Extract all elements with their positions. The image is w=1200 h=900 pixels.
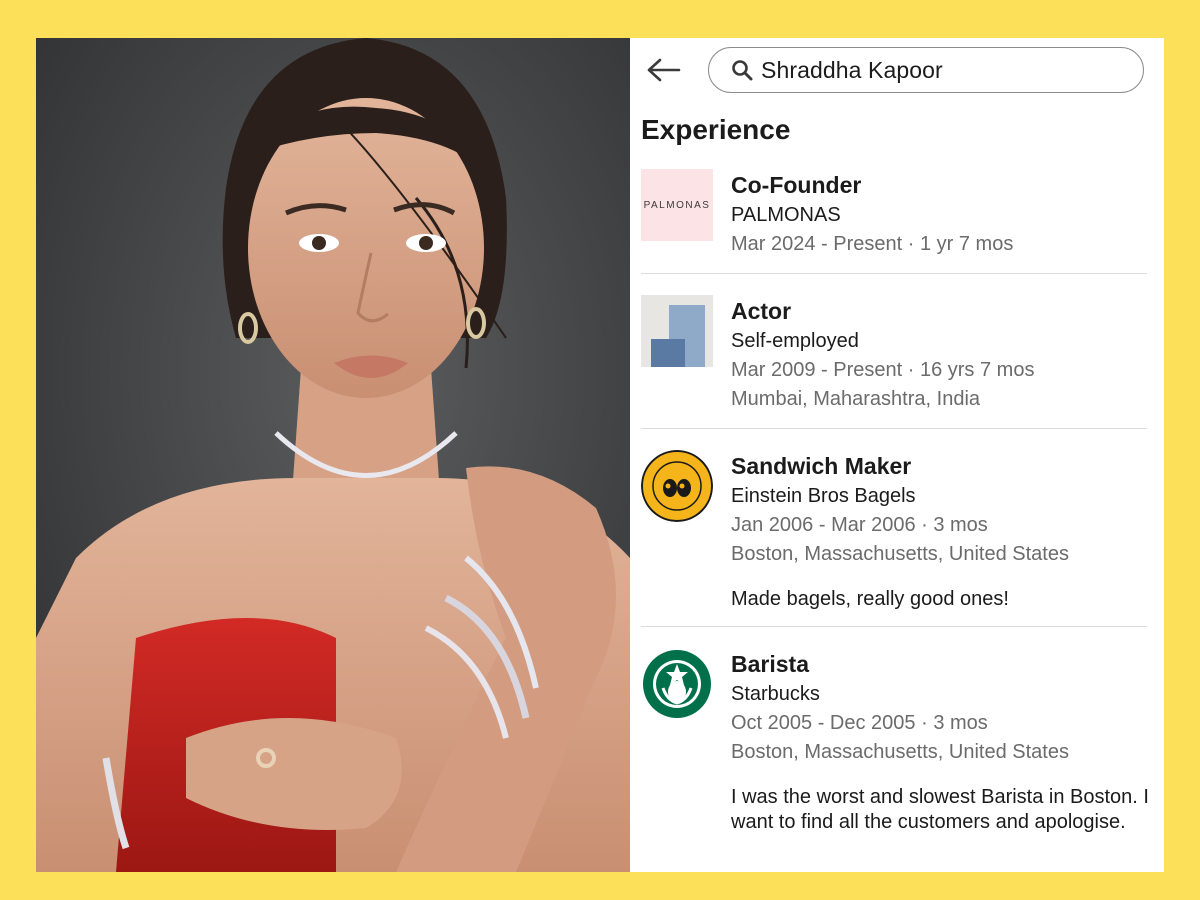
divider <box>641 626 1147 627</box>
collage-frame: Shraddha Kapoor Experience PALMONAS Co-F… <box>36 38 1164 872</box>
logo-text: PALMONAS <box>643 199 711 211</box>
location: Boston, Massachusetts, United States <box>731 741 1069 763</box>
experience-item[interactable]: PALMONAS Co-Founder PALMONAS Mar 2024 - … <box>630 166 1164 273</box>
company-name: Starbucks <box>731 683 820 705</box>
divider <box>641 428 1147 429</box>
profile-panel: Shraddha Kapoor Experience PALMONAS Co-F… <box>630 38 1164 872</box>
location: Boston, Massachusetts, United States <box>731 543 1069 565</box>
date-range: Jan 2006 - Mar 2006 · 3 mos <box>731 514 988 536</box>
location: Mumbai, Maharashtra, India <box>731 388 981 410</box>
divider <box>641 273 1147 274</box>
starbucks-logo <box>641 648 713 720</box>
experience-item[interactable]: Sandwich Maker Einstein Bros Bagels Jan … <box>630 447 1164 626</box>
company-name: PALMONAS <box>731 204 841 226</box>
experience-item[interactable]: Actor Self-employed Mar 2009 - Present ·… <box>630 292 1164 428</box>
back-button[interactable] <box>646 54 682 90</box>
role-title: Co-Founder <box>731 172 862 198</box>
actor-logo <box>641 295 713 367</box>
search-input[interactable]: Shraddha Kapoor <box>708 47 1144 93</box>
experience-item[interactable]: Barista Starbucks Oct 2005 - Dec 2005 · … <box>630 645 1164 849</box>
arrow-left-icon <box>647 58 681 87</box>
date-range: Oct 2005 - Dec 2005 · 3 mos <box>731 712 988 734</box>
search-icon <box>731 59 753 81</box>
company-name: Self-employed <box>731 330 859 352</box>
role-title: Barista <box>731 651 809 677</box>
experience-list: PALMONAS Co-Founder PALMONAS Mar 2024 - … <box>630 166 1164 849</box>
portrait-photo <box>36 38 630 872</box>
top-bar: Shraddha Kapoor <box>630 38 1164 108</box>
section-title: Experience <box>641 114 791 145</box>
date-range: Mar 2024 - Present · 1 yr 7 mos <box>731 233 1014 255</box>
date-range: Mar 2009 - Present · 16 yrs 7 mos <box>731 359 1035 381</box>
role-title: Actor <box>731 298 792 324</box>
description: I was the worst and slowest Barista in B… <box>731 786 1149 833</box>
role-title: Sandwich Maker <box>731 453 912 479</box>
einstein-bros-logo <box>641 450 713 522</box>
company-name: Einstein Bros Bagels <box>731 485 916 507</box>
palmonas-logo: PALMONAS <box>641 169 713 241</box>
search-query: Shraddha Kapoor <box>761 56 943 83</box>
description: Made bagels, really good ones! <box>731 588 1009 610</box>
